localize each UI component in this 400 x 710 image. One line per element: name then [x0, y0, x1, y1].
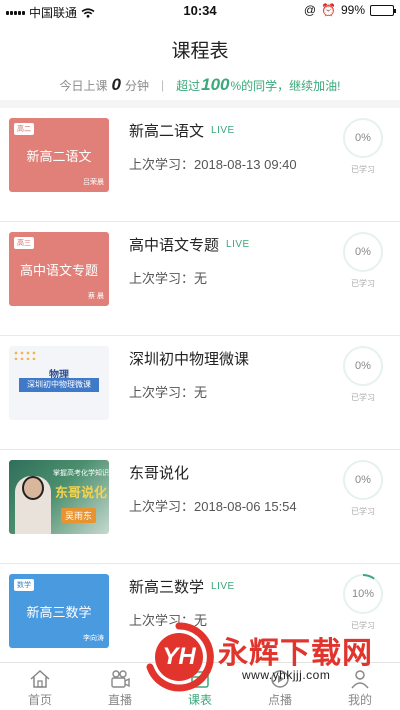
progress-ring: 0% 已学习	[341, 458, 385, 520]
course-row[interactable]: 掌握高考化学知识 东哥说化 吴雨东 东哥说化 上次学习：2018-08-06 1…	[0, 450, 400, 564]
last-study-time: 上次学习：无	[129, 271, 208, 286]
tab-label: 直播	[107, 693, 132, 707]
course-row[interactable]: 高二 新高二语文 吕荣晨 新高二语文 LIVE 上次学习：2018-08-13 …	[0, 108, 400, 222]
tab-live[interactable]: 直播	[80, 663, 160, 710]
progress-label: 已学习	[351, 393, 375, 402]
progress-percent: 0%	[355, 360, 371, 372]
course-thumbnail[interactable]: 掌握高考化学知识 东哥说化 吴雨东	[9, 460, 109, 534]
user-icon	[351, 670, 369, 689]
thumbnail-title: 深圳初中物理微课	[19, 378, 99, 392]
exceed-prefix: 超过	[176, 78, 201, 93]
tab-me[interactable]: 我的	[320, 663, 400, 710]
status-bar: 中国联通 10:34 @ ⏰ 99%	[0, 0, 400, 22]
home-icon	[30, 669, 50, 688]
thumbnail-title: 新高三数学	[26, 605, 92, 620]
thumbnail-teacher: 李向涛	[83, 635, 104, 642]
battery-icon	[370, 4, 396, 16]
course-row[interactable]: 物理 深圳初中物理微课 深圳初中物理微课 上次学习：无 0% 已学习	[0, 336, 400, 450]
tab-label: 我的	[347, 693, 372, 707]
summary-separator: |	[160, 78, 165, 92]
summary-divider	[0, 100, 400, 108]
course-title[interactable]: 东哥说化	[129, 462, 189, 483]
last-study-time: 上次学习：无	[129, 613, 208, 628]
course-row[interactable]: 数学 新高三数学 李向涛 新高三数学 LIVE 上次学习：无 10% 已学习	[0, 564, 400, 678]
thumbnail-title: 新高二语文	[26, 149, 92, 164]
progress-ring: 0% 已学习	[341, 344, 385, 406]
course-name: 高中语文专题	[129, 237, 220, 254]
course-row[interactable]: 高三 高中语文专题 蔡 晨 高中语文专题 LIVE 上次学习：无 0% 已学习	[0, 222, 400, 336]
course-thumbnail[interactable]: 高三 高中语文专题 蔡 晨	[9, 232, 109, 306]
thumbnail-teacher: 蔡 晨	[88, 293, 104, 300]
tab-home[interactable]: 首页	[0, 663, 80, 710]
thumbnail-teacher: 吴雨东	[61, 508, 97, 523]
thumbnail-teacher: 吕荣晨	[83, 179, 104, 186]
progress-label: 已学习	[351, 165, 375, 174]
progress-percent: 0%	[355, 132, 371, 144]
progress-percent: 10%	[351, 588, 375, 600]
thumbnail-subtitle: 掌握高考化学知识	[53, 470, 109, 477]
progress-ring: 10% 已学习	[341, 572, 385, 634]
progress-label: 已学习	[351, 621, 375, 630]
rotation-lock-icon: @	[303, 3, 317, 17]
course-title[interactable]: 新高二语文 LIVE	[129, 120, 235, 141]
course-title[interactable]: 深圳初中物理微课	[129, 348, 249, 369]
tab-on-demand[interactable]: 点播	[240, 663, 320, 710]
course-thumbnail[interactable]: 物理 深圳初中物理微课	[9, 346, 109, 420]
course-thumbnail[interactable]: 数学 新高三数学 李向涛	[9, 574, 109, 648]
live-badge: LIVE	[226, 239, 250, 250]
progress-percent: 0%	[355, 246, 371, 258]
progress-percent: 0%	[355, 474, 371, 486]
live-badge: LIVE	[211, 581, 235, 592]
course-name: 新高三数学	[129, 579, 205, 596]
course-title[interactable]: 高中语文专题 LIVE	[129, 234, 250, 255]
exceed-suffix: %的同学，继续加油!	[230, 78, 341, 93]
camera-icon	[111, 670, 130, 688]
minutes-unit: 分钟	[124, 78, 149, 93]
decorative-dots	[13, 350, 37, 360]
today-label: 今日上课	[59, 78, 108, 93]
subject-tag: 数学	[14, 579, 34, 591]
page-title: 课程表	[171, 41, 229, 62]
subject-tag: 高二	[14, 123, 34, 135]
study-summary: 今日上课 0 分钟 | 超过 100 %的同学，继续加油!	[0, 74, 400, 96]
live-badge: LIVE	[211, 125, 235, 136]
thumbnail-title: 高中语文专题	[19, 263, 98, 278]
thumbnail-title: 东哥说化	[55, 485, 108, 500]
play-icon	[271, 670, 289, 688]
course-name: 东哥说化	[129, 465, 190, 482]
today-minutes: 0	[111, 75, 121, 94]
alarm-icon: ⏰	[321, 3, 336, 17]
tab-label: 首页	[27, 693, 52, 707]
course-name: 深圳初中物理微课	[129, 351, 250, 368]
last-study-time: 上次学习：2018-08-06 15:54	[129, 499, 297, 514]
tab-label: 课表	[187, 693, 212, 707]
course-name: 新高二语文	[129, 123, 205, 140]
progress-label: 已学习	[351, 279, 375, 288]
tab-bar: 首页 直播 课表 点播 我的	[0, 662, 400, 710]
tab-label: 点播	[267, 693, 292, 707]
subject-tag: 高三	[14, 237, 34, 249]
progress-ring: 0% 已学习	[341, 230, 385, 292]
status-right: @ ⏰ 99%	[303, 3, 396, 17]
course-title[interactable]: 新高三数学 LIVE	[129, 576, 235, 597]
tab-schedule[interactable]: 课表	[160, 663, 240, 710]
last-study-time: 上次学习：无	[129, 385, 208, 400]
course-thumbnail[interactable]: 高二 新高二语文 吕荣晨	[9, 118, 109, 192]
last-study-time: 上次学习：2018-08-13 09:40	[129, 157, 297, 172]
progress-ring: 0% 已学习	[341, 116, 385, 178]
progress-label: 已学习	[351, 507, 375, 516]
schedule-icon	[191, 670, 209, 688]
teacher-photo-head	[22, 476, 44, 500]
battery-percent: 99%	[340, 3, 365, 17]
exceed-percent: 100	[201, 75, 230, 94]
